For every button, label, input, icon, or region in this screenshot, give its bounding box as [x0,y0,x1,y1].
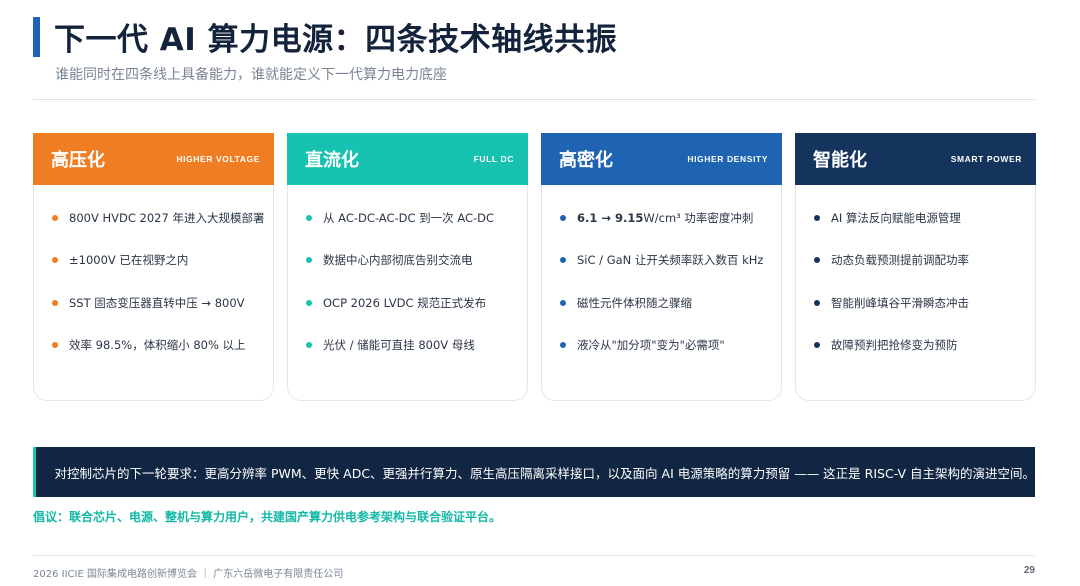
bullet-dot-icon [52,299,58,306]
list-item: 动态负载预测提前调配功率 [814,250,1035,271]
bullet-dot-icon [52,342,58,348]
card-tag: HIGHER VOLTAGE [176,154,260,164]
bullet-dot-icon [814,342,820,348]
page-subtitle: 谁能同时在四条线上具备能力，谁就能定义下一代算力电力底座 [55,67,447,83]
bullet-dot-icon [814,299,820,306]
bullet-dot-icon [306,214,312,221]
bullet-dot-icon [306,257,312,263]
card-high-density: 高密化 HIGHER DENSITY 6.1 → 9.15 W/cm³ 功率密度… [541,133,782,401]
list-item: SST 固态变压器直转中压 → 800V [52,292,273,313]
bullet-dot-icon [814,257,820,263]
card-high-voltage: 高压化 HIGHER VOLTAGE 800V HVDC 2027 年进入大规模… [33,133,274,401]
card-body: AI 算法反向赋能电源管理 动态负载预测提前调配功率 智能削峰填谷平滑瞬态冲击 … [795,185,1036,401]
card-title: 直流化 [305,150,359,171]
list-item: 从 AC-DC-AC-DC 到一次 AC-DC [306,207,527,228]
card-header-smart-power: 智能化 SMART POWER [795,133,1036,185]
bullet-dot-icon [306,299,312,306]
page-number: 29 [1023,565,1035,576]
card-header-full-dc: 直流化 FULL DC [287,133,528,185]
bullet-dot-icon [814,214,820,221]
list-item: OCP 2026 LVDC 规范正式发布 [306,292,527,313]
list-item: 磁性元件体积随之骤缩 [560,292,781,313]
card-title: 高压化 [51,150,105,171]
list-item: AI 算法反向赋能电源管理 [814,207,1035,228]
requirements-banner: 对控制芯片的下一轮要求：更高分辨率 PWM、更快 ADC、更强并行算力、原生高压… [33,447,1035,497]
card-full-dc: 直流化 FULL DC 从 AC-DC-AC-DC 到一次 AC-DC 数据中心… [287,133,528,401]
bullet-dot-icon [560,299,566,306]
card-tag: HIGHER DENSITY [687,154,768,164]
card-tag: SMART POWER [950,154,1022,164]
bullet-dot-icon [560,214,566,221]
card-body: 从 AC-DC-AC-DC 到一次 AC-DC 数据中心内部彻底告别交流电 OC… [287,185,528,401]
list-item: 数据中心内部彻底告别交流电 [306,250,527,271]
card-title: 高密化 [559,150,613,171]
list-item: 液冷从"加分项"变为"必需项" [560,335,781,356]
card-body: 800V HVDC 2027 年进入大规模部署 ±1000V 已在视野之内 SS… [33,185,274,401]
list-item: 800V HVDC 2027 年进入大规模部署 [52,207,273,228]
card-tag: FULL DC [473,154,514,164]
list-item: ±1000V 已在视野之内 [52,250,273,271]
title-accent-bar [33,17,40,57]
card-header-high-voltage: 高压化 HIGHER VOLTAGE [33,133,274,185]
call-to-action: 倡议：联合芯片、电源、整机与算力用户，共建国产算力供电参考架构与联合验证平台。 [33,510,502,524]
list-item: 故障预判把抢修变为预防 [814,335,1035,356]
bullet-dot-icon [52,257,58,263]
list-item: SiC / GaN 让开关频率跃入数百 kHz [560,250,781,271]
bullet-dot-icon [52,214,58,221]
card-body: 6.1 → 9.15 W/cm³ 功率密度冲刺 SiC / GaN 让开关频率跃… [541,185,782,401]
footer-divider [33,555,1035,556]
card-smart-power: 智能化 SMART POWER AI 算法反向赋能电源管理 动态负载预测提前调配… [795,133,1036,401]
header-divider [33,99,1035,100]
bullet-dot-icon [306,342,312,348]
list-item: 6.1 → 9.15 W/cm³ 功率密度冲刺 [560,207,781,228]
bullet-dot-icon [560,257,566,263]
list-item: 智能削峰填谷平滑瞬态冲击 [814,292,1035,313]
list-item: 光伏 / 储能可直挂 800V 母线 [306,335,527,356]
bullet-dot-icon [560,342,566,348]
list-item: 效率 98.5%，体积缩小 80% 以上 [52,335,273,356]
footer-text: 2026 IICIE 国际集成电路创新博览会 ｜ 广东六岳微电子有限责任公司 [33,569,344,580]
card-title: 智能化 [813,150,867,171]
page-title: 下一代 AI 算力电源：四条技术轴线共振 [54,22,618,58]
banner-text: 对控制芯片的下一轮要求：更高分辨率 PWM、更快 ADC、更强并行算力、原生高压… [54,465,1035,481]
card-header-high-density: 高密化 HIGHER DENSITY [541,133,782,185]
